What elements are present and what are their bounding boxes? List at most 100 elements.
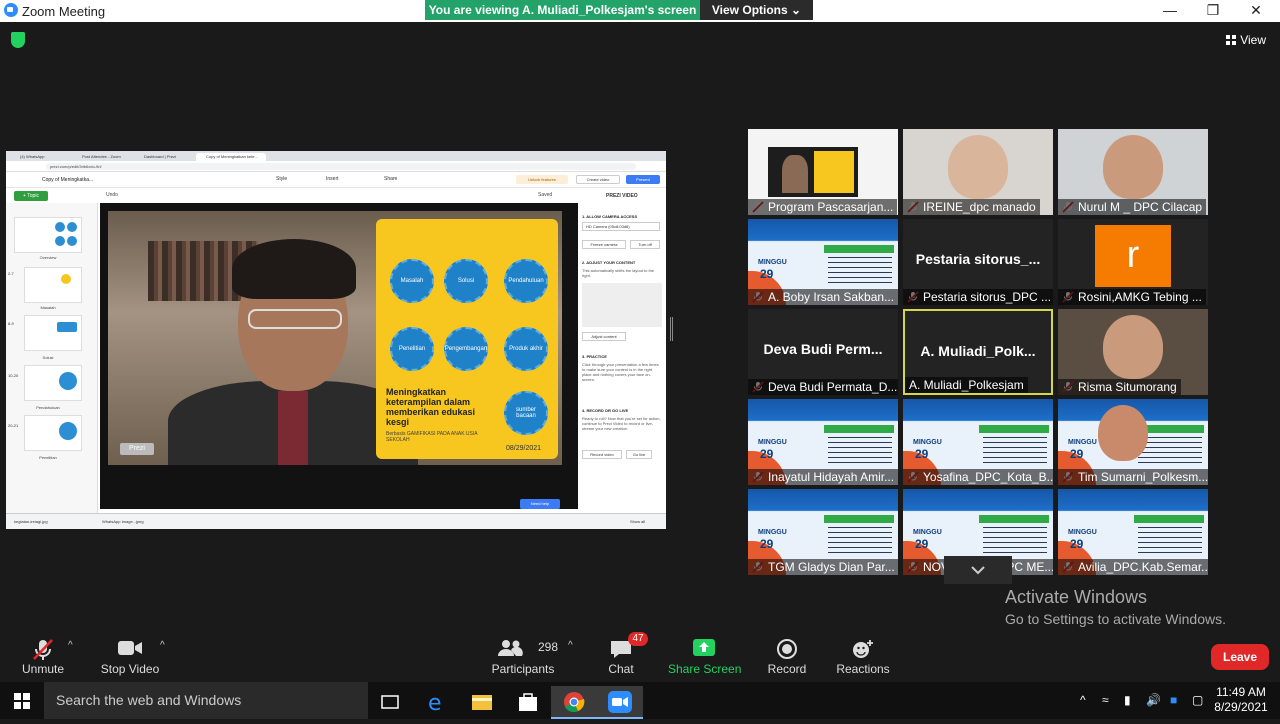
encryption-shield-icon[interactable] <box>11 32 25 48</box>
resize-handle[interactable] <box>670 317 673 341</box>
address-bar[interactable]: prezi.com/p/edit/3rlb6xdo-9rl/ <box>46 163 636 170</box>
download-item[interactable]: WhatsApp Image...jpeg <box>102 519 144 524</box>
participant-face <box>948 135 1008 199</box>
stop-video-button[interactable]: Stop Video <box>98 632 162 682</box>
create-video-button[interactable]: Create video <box>576 175 620 184</box>
freeze-camera-button[interactable]: Freeze camera <box>582 240 626 249</box>
step-text: Ready to roll? Now that you're set for a… <box>582 416 661 431</box>
style-button[interactable]: Style <box>276 176 287 182</box>
tray-expand-icon[interactable]: ^ <box>1080 693 1086 707</box>
participant-tile[interactable]: MINGGU 29 Inayatul Hidayah Amir... <box>748 399 898 485</box>
download-item[interactable]: kegiatan-ireiagi.jpg <box>14 519 48 524</box>
view-options-button[interactable]: View Options ⌄ <box>700 0 813 20</box>
video-options-caret-icon[interactable]: ^ <box>160 640 165 651</box>
participant-tile[interactable]: MINGGU 29 Yosafina_DPC_Kota_B... <box>903 399 1053 485</box>
need-help-button[interactable]: Need help <box>520 499 560 509</box>
volume-icon[interactable]: 🔊 <box>1146 693 1161 707</box>
show-all-button[interactable]: Show all <box>630 519 645 524</box>
gallery-next-page-button[interactable] <box>944 556 1012 584</box>
topic-circle[interactable]: sumber bacaan <box>504 391 548 435</box>
go-live-button[interactable]: Go live <box>626 450 652 459</box>
audio-options-caret-icon[interactable]: ^ <box>68 640 73 651</box>
edge-browser-icon[interactable]: e <box>413 686 459 719</box>
present-button[interactable]: Present <box>626 175 660 184</box>
participant-tile[interactable]: Deva Budi Perm... Deva Budi Permata_D... <box>748 309 898 395</box>
taskbar-search-input[interactable]: Search the web and Windows <box>44 682 368 719</box>
minimize-button[interactable]: — <box>1160 2 1180 18</box>
thumbnail-penelitian[interactable] <box>24 415 82 451</box>
browser-urlbar: prezi.com/p/edit/3rlb6xdo-9rl/ <box>6 161 666 172</box>
participants-button[interactable]: 298 Participants <box>490 632 558 682</box>
thumbnail-solusi[interactable] <box>24 315 82 351</box>
leave-button[interactable]: Leave <box>1211 644 1269 670</box>
participant-tile[interactable]: MINGGU 29 Avilia_DPC.Kab.Semar... <box>1058 489 1208 575</box>
topic-circle[interactable]: Pendahuluan <box>504 259 548 303</box>
participant-tile[interactable]: A. Muliadi_Polk... A. Muliadi_Polkesjam <box>903 309 1053 395</box>
prezi-doc-title[interactable]: Copy of Meningkatka... <box>42 177 93 183</box>
undo-button[interactable]: Undo <box>106 192 118 198</box>
insert-button[interactable]: Insert <box>326 176 339 182</box>
participant-tile[interactable]: Nurul M _ DPC Cilacap <box>1058 129 1208 215</box>
wifi-icon[interactable]: ≈ <box>1102 693 1109 707</box>
turn-off-button[interactable]: Turn off <box>630 240 660 249</box>
unmute-button[interactable]: Unmute <box>18 632 68 682</box>
poster-band <box>824 245 894 253</box>
add-topic-button[interactable]: + Topic <box>14 191 48 201</box>
adjust-content-button[interactable]: Adjust content <box>582 332 626 341</box>
topic-circle[interactable]: Penelitian <box>390 327 434 371</box>
participant-name: Pestaria sitorus_DPC ... <box>903 289 1053 305</box>
taskbar-clock[interactable]: 11:49 AM 8/29/2021 <box>1212 685 1270 715</box>
participant-tile[interactable]: MINGGU 29 TGM Gladys Dian Par... <box>748 489 898 575</box>
battery-icon[interactable]: ▮ <box>1124 693 1131 707</box>
topic-circle[interactable]: Solusi <box>444 259 488 303</box>
prezi-canvas[interactable]: Prezi Masalah Solusi Pendahuluan Penelit… <box>100 203 578 509</box>
reactions-button[interactable]: Reactions <box>834 632 892 682</box>
topic-circle[interactable]: Masalah <box>390 259 434 303</box>
record-video-button[interactable]: Record video <box>582 450 622 459</box>
thumbnail-label: Pendahuluan <box>36 405 60 410</box>
close-button[interactable]: ✕ <box>1246 2 1266 19</box>
slide-date: 08/29/2021 <box>506 445 542 452</box>
camera-select[interactable]: HD Camera (05c8:03d8) <box>582 222 660 231</box>
browser-tab[interactable]: (4) WhatsApp <box>10 153 70 161</box>
participant-tile[interactable]: Pestaria sitorus_... Pestaria sitorus_DPC… <box>903 219 1053 305</box>
maximize-button[interactable]: ❐ <box>1203 2 1223 19</box>
unlock-features-button[interactable]: Unlock features <box>516 175 568 184</box>
participant-tile[interactable]: MINGGU 29 Tim Sumarni_Polkesm... <box>1058 399 1208 485</box>
reactions-label: Reactions <box>836 662 890 676</box>
record-button[interactable]: Record <box>764 632 810 682</box>
browser-tab-active[interactable]: Copy of Meningkatkan kete... <box>196 153 266 161</box>
store-icon[interactable] <box>505 686 551 719</box>
topic-circle[interactable]: Produk akhir <box>504 327 548 371</box>
share-button[interactable]: Share <box>384 176 397 182</box>
participants-options-caret-icon[interactable]: ^ <box>568 640 573 651</box>
presenter-hair <box>232 239 356 299</box>
file-explorer-icon[interactable] <box>459 686 505 719</box>
notifications-icon[interactable]: ▢ <box>1192 693 1203 707</box>
chrome-icon[interactable] <box>551 686 597 719</box>
muted-mic-icon <box>33 639 53 660</box>
thumbnail-label: Overview <box>39 255 57 260</box>
browser-tab[interactable]: Dashboard | Prezi <box>134 153 194 161</box>
browser-tab[interactable]: Post Attendee - Zoom <box>72 153 132 161</box>
zoom-taskbar-icon[interactable] <box>597 686 643 719</box>
share-screen-button[interactable]: Share Screen <box>668 632 741 682</box>
topic-circle[interactable]: Pengembangan <box>444 327 488 371</box>
thumbnail-pendahuluan[interactable] <box>24 365 82 401</box>
view-button[interactable]: View <box>1226 33 1266 47</box>
viewing-banner: You are viewing A. Muliadi_Polkesjam's s… <box>425 0 700 20</box>
windows-start-icon[interactable] <box>14 693 30 709</box>
unmute-label: Unmute <box>21 662 65 676</box>
thumbnail-overview[interactable] <box>14 217 82 253</box>
poster-date: 29 <box>760 537 774 551</box>
participant-tile[interactable]: IREINE_dpc manado <box>903 129 1053 215</box>
participant-tile[interactable]: r Rosini,AMKG Tebing ... <box>1058 219 1208 305</box>
participant-tile[interactable]: MINGGU 29 A. Boby Irsan Sakban... <box>748 219 898 305</box>
task-view-icon[interactable] <box>367 686 413 719</box>
poster-day-label: MINGGU <box>1068 439 1097 446</box>
shared-screen[interactable]: (4) WhatsApp Post Attendee - Zoom Dashbo… <box>6 151 666 529</box>
thumbnail-masalah[interactable] <box>24 267 82 303</box>
participant-tile[interactable]: Risma Situmorang <box>1058 309 1208 395</box>
security-tray-icon[interactable]: ■ <box>1170 693 1177 707</box>
participant-tile[interactable]: Program Pascasarjan... <box>748 129 898 215</box>
